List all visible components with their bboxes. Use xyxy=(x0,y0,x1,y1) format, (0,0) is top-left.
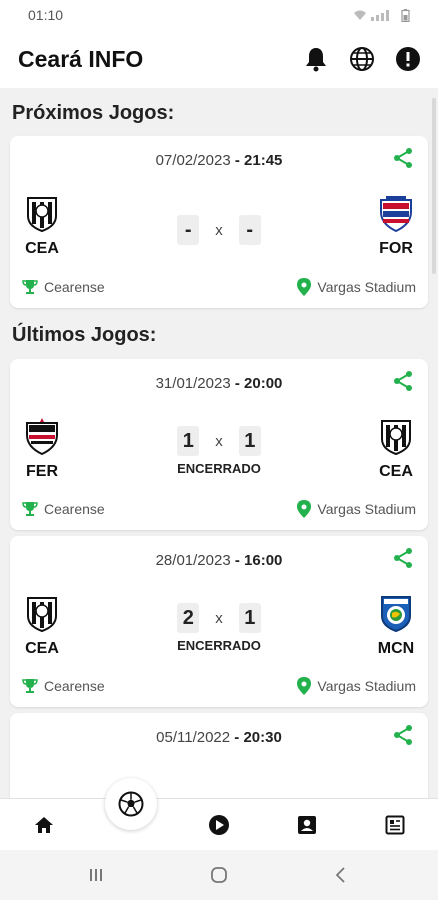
competition-name: Cearense xyxy=(44,501,105,517)
match-meta: Cearense Vargas Stadium xyxy=(22,278,416,296)
location-pin-icon xyxy=(297,500,312,518)
match-datetime: 31/01/2023 - 20:00 xyxy=(10,375,428,392)
date-separator: - xyxy=(230,375,245,392)
share-icon[interactable] xyxy=(392,370,414,392)
info-icon[interactable] xyxy=(394,45,422,73)
wifi-icon xyxy=(354,10,366,20)
app-title: Ceará INFO xyxy=(18,45,144,72)
maracana-crest-icon xyxy=(381,596,411,632)
match-time: 20:00 xyxy=(244,375,283,392)
match-time: 16:00 xyxy=(244,552,283,569)
status-icons xyxy=(353,8,410,22)
match-meta: Cearense Vargas Stadium xyxy=(22,500,416,518)
venue-name: Vargas Stadium xyxy=(317,279,416,295)
soccer-ball-icon[interactable] xyxy=(105,778,157,830)
match-datetime: 05/11/2022 - 20:30 xyxy=(10,729,428,746)
share-icon[interactable] xyxy=(392,147,414,169)
status-time: 01:10 xyxy=(28,7,64,23)
away-score: - xyxy=(238,215,261,245)
away-team-abbr: FOR xyxy=(379,240,413,257)
competition: Cearense xyxy=(22,678,105,694)
fortaleza-crest-icon xyxy=(380,196,412,232)
play-icon[interactable] xyxy=(207,813,231,837)
score-separator: x xyxy=(215,221,223,239)
home-score: 2 xyxy=(177,603,200,633)
location-pin-icon xyxy=(297,677,312,695)
recent-apps-icon[interactable] xyxy=(84,864,108,886)
status-bar: 01:10 xyxy=(0,0,438,30)
share-icon[interactable] xyxy=(392,724,414,746)
battery-icon xyxy=(401,8,410,22)
away-team-abbr: CEA xyxy=(379,463,413,480)
venue-name: Vargas Stadium xyxy=(317,678,416,694)
competition-name: Cearense xyxy=(44,279,105,295)
news-icon[interactable] xyxy=(383,813,407,837)
match-datetime: 07/02/2023 - 21:45 xyxy=(10,152,428,169)
away-team: FOR xyxy=(366,194,426,258)
home-icon[interactable] xyxy=(32,813,56,837)
date-separator: - xyxy=(230,552,245,569)
away-score: 1 xyxy=(238,426,261,456)
match-card-recent-2[interactable]: 28/01/2023 - 16:00 CEA 2 x 1 ENCERRADO M… xyxy=(10,536,428,707)
match-time: 20:30 xyxy=(243,729,282,746)
away-team: MCN xyxy=(366,594,426,658)
section-title-recent: Últimos Jogos: xyxy=(12,324,157,346)
away-team-abbr: MCN xyxy=(377,640,415,657)
trophy-icon xyxy=(22,679,38,693)
score-separator: x xyxy=(215,609,223,627)
back-icon[interactable] xyxy=(329,864,353,886)
competition: Cearense xyxy=(22,279,105,295)
home-score: 1 xyxy=(177,426,200,456)
date-separator: - xyxy=(230,729,244,746)
match-datetime: 28/01/2023 - 16:00 xyxy=(10,552,428,569)
match-time: 21:45 xyxy=(244,152,283,169)
home-button-icon[interactable] xyxy=(207,864,231,886)
ceara-crest-icon xyxy=(381,420,411,455)
away-team: CEA xyxy=(366,417,426,481)
venue-name: Vargas Stadium xyxy=(317,501,416,517)
app-bar-actions xyxy=(302,45,422,73)
bell-icon[interactable] xyxy=(302,45,330,73)
match-date: 31/01/2023 xyxy=(155,375,231,392)
trophy-icon xyxy=(22,280,38,294)
match-date: 05/11/2022 xyxy=(156,729,231,746)
venue: Vargas Stadium xyxy=(297,500,416,518)
section-title-upcoming: Próximos Jogos: xyxy=(12,102,175,124)
match-date: 07/02/2023 xyxy=(155,152,231,169)
score-separator: x xyxy=(215,432,223,450)
date-separator: - xyxy=(230,152,245,169)
competition: Cearense xyxy=(22,501,105,517)
competition-name: Cearense xyxy=(44,678,105,694)
bottom-nav xyxy=(0,798,438,850)
match-card-upcoming-1[interactable]: 07/02/2023 - 21:45 CEA - x - FOR Cearens… xyxy=(10,136,428,308)
venue: Vargas Stadium xyxy=(297,677,416,695)
scrollbar[interactable] xyxy=(432,98,436,274)
share-icon[interactable] xyxy=(392,547,414,569)
trophy-icon xyxy=(22,502,38,516)
away-score: 1 xyxy=(238,603,261,633)
match-meta: Cearense Vargas Stadium xyxy=(22,677,416,695)
match-card-recent-1[interactable]: 31/01/2023 - 20:00 FER 1 x 1 ENCERRADO C… xyxy=(10,359,428,530)
match-date: 28/01/2023 xyxy=(155,552,231,569)
signal-icon xyxy=(371,10,389,21)
venue: Vargas Stadium xyxy=(297,278,416,296)
match-card-recent-3[interactable]: 05/11/2022 - 20:30 xyxy=(10,713,428,798)
contact-card-icon[interactable] xyxy=(295,813,319,837)
system-nav-bar xyxy=(0,850,438,900)
home-score: - xyxy=(177,215,200,245)
globe-icon[interactable] xyxy=(348,45,376,73)
location-pin-icon xyxy=(297,278,312,296)
app-bar: Ceará INFO xyxy=(0,30,438,88)
games-list[interactable]: Próximos Jogos: 07/02/2023 - 21:45 CEA -… xyxy=(0,88,438,798)
